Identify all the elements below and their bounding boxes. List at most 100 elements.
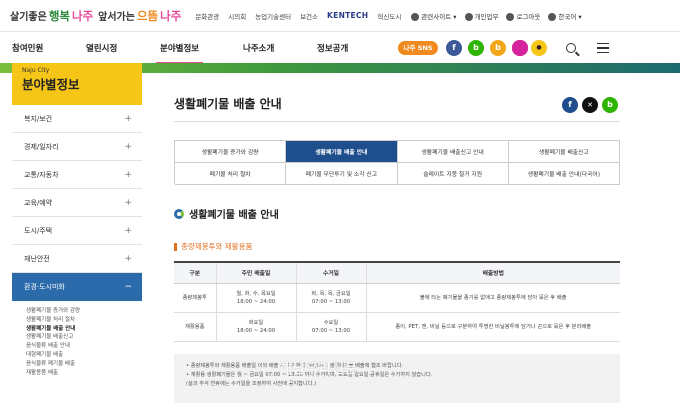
nav-info-disclosure[interactable]: 정보공개: [317, 42, 348, 54]
table-cell: 화, 목, 목, 금요일 07:00 ~ 13:00: [296, 283, 367, 313]
sidebar-item-economy[interactable]: 경제/일자리 +: [12, 133, 142, 161]
top-link-innovation-city[interactable]: 혁신도시: [377, 11, 401, 21]
personal-work-label: 개인업무: [474, 12, 499, 21]
tab-waste-disposal-guide[interactable]: 생활폐기물 배출 안내: [286, 141, 398, 163]
menu-icon[interactable]: [597, 43, 609, 53]
section-ring-icon: [174, 208, 184, 219]
tab-grid: 생활폐기물 증가와 감량 생활폐기물 배출 안내 생활폐기물 배출신고 안내 생…: [174, 140, 620, 185]
top-link-health-center[interactable]: 보건소: [300, 11, 318, 21]
page-title: 생활폐기물 배출 안내: [174, 97, 282, 111]
subsection-bar-icon: [174, 242, 177, 251]
top-right-links: 관련사이트 ▾ 개인업무 로그아웃 한국어 ▾: [411, 11, 582, 21]
globe-icon: [411, 12, 420, 21]
table-cell: 불에 타는 폐기물을 종기를 없애고 종량제봉투에 담아 묶은 후 배출: [366, 283, 620, 313]
top-link-culture[interactable]: 문화관광: [195, 11, 219, 21]
tab-disposal-report[interactable]: 생활폐기물 배출신고: [508, 141, 620, 163]
share-blog-icon[interactable]: b: [602, 97, 618, 113]
sidebar-item-welfare[interactable]: 복지/보건 +: [12, 105, 142, 133]
main-nav: 참여민원 열린시정 분야별정보 나주소개 정보공개 나주 SNS f b b ▶…: [0, 33, 680, 64]
logout-link[interactable]: 로그아웃: [506, 11, 540, 21]
sidebar-item-housing[interactable]: 도시/주택 +: [12, 217, 142, 245]
tab-illegal-dumping-report[interactable]: 폐기물 무단투기 및 소각 신고: [286, 163, 398, 185]
sidebar-item-education[interactable]: 교육/예약 +: [12, 189, 142, 217]
logo-text-1: 살기좋은: [10, 11, 47, 23]
logo-text-6: 나주: [160, 8, 182, 23]
tab-slate-roof-support[interactable]: 슬레이트 지붕 철거 지원: [397, 163, 509, 185]
section-title-text: 생활폐기물 배출 안내: [189, 210, 279, 221]
related-sites-link[interactable]: 관련사이트 ▾: [411, 11, 457, 21]
logout-icon: [506, 12, 515, 21]
tab-waste-reduction[interactable]: 생활폐기물 증가와 감량: [175, 141, 287, 163]
kakaotalk-icon[interactable]: ●: [531, 40, 547, 56]
kakao-story-icon[interactable]: b: [490, 40, 506, 56]
notice-line: (설과 추석 연휴에는 수거일을 조정하여 사전에 공지합니다.): [186, 381, 317, 387]
blog-icon[interactable]: b: [468, 40, 484, 56]
sidebar-item-label: 경제/일자리: [24, 142, 59, 151]
language-label: 한국어: [558, 12, 577, 21]
notice-line: • 종량제봉투와 재활용품 배출일 이외 배출 시 수거하지 않습니다. 생활폐…: [186, 363, 404, 369]
nav-field-info[interactable]: 분야별정보: [155, 42, 204, 64]
plus-icon: +: [124, 113, 132, 124]
logo-text-2: 행복: [48, 8, 70, 23]
nav-participation[interactable]: 참여민원: [12, 42, 43, 54]
sidebar-item-label: 교통/자동차: [24, 170, 59, 179]
tab-disposal-report-guide[interactable]: 생활폐기물 배출신고 안내: [397, 141, 509, 163]
submenu-item[interactable]: 음식물류 폐기물 배출: [26, 360, 142, 369]
subsection-title-text: 종량제봉투와 재활용품: [181, 242, 253, 251]
table-cell: 월, 화, 수, 목요일 18:00 ~ 24:00: [216, 283, 297, 313]
submenu-item-active[interactable]: 생활폐기물 배출 안내: [26, 325, 142, 334]
tab-waste-processing[interactable]: 폐기물 처리 절차: [175, 163, 287, 185]
title-divider: [174, 121, 620, 122]
top-link-agri-center[interactable]: 농업기술센터: [255, 11, 291, 21]
table-row: 재활용품 화요일 18:00 ~ 24:00 수요일 07:00 ~ 13:00…: [174, 312, 620, 342]
language-icon: [548, 12, 557, 21]
submenu-item[interactable]: 대형폐기물 배출: [26, 351, 142, 360]
related-sites-label: 관련사이트: [421, 12, 452, 21]
logout-label: 로그아웃: [516, 12, 541, 21]
sns-button[interactable]: 나주 SNS: [398, 41, 438, 55]
top-bar: 살기좋은 행복 나주 앞서가는 으뜸 나주 문화관광 시의회 농업기술센터 보건…: [0, 0, 680, 32]
language-select[interactable]: 한국어 ▾: [548, 11, 582, 21]
plus-icon: +: [124, 225, 132, 236]
submenu-item[interactable]: 음식물류 배출 안내: [26, 342, 142, 351]
table-header-row: 구분 주민 배출일 수거일 배출방법: [174, 262, 620, 284]
sidebar-item-environment[interactable]: 환경·도시미화 −: [12, 273, 142, 301]
facebook-icon[interactable]: f: [446, 40, 462, 56]
personal-work-link[interactable]: 개인업무: [464, 11, 499, 21]
nav-open-government[interactable]: 열린시정: [86, 42, 117, 54]
subsection-title: 종량제봉투와 재활용품: [174, 241, 252, 252]
disposal-table: 구분 주민 배출일 수거일 배출방법 종량제봉투 월, 화, 수, 목요일 18…: [174, 261, 620, 342]
sidebar-item-safety[interactable]: 재난안전 +: [12, 245, 142, 273]
submenu-item[interactable]: 생활폐기물 증가와 감량: [26, 307, 142, 316]
minus-icon: −: [124, 282, 132, 292]
table-cell: 화요일 18:00 ~ 24:00: [216, 312, 297, 342]
share-x-icon[interactable]: ✕: [582, 97, 598, 113]
table-header: 수거일: [296, 262, 367, 284]
top-link-kentech[interactable]: KENTECH: [327, 11, 368, 20]
submenu-item[interactable]: 생활폐기물 배출신고: [26, 333, 142, 342]
watermark: 해남우리신문: [280, 362, 358, 377]
table-header: 배출방법: [366, 262, 620, 284]
table-header: 주민 배출일: [216, 262, 297, 284]
instagram-icon-hidden: [512, 40, 528, 56]
nav-about-naju[interactable]: 나주소개: [243, 42, 274, 54]
submenu-item[interactable]: 재활용품 배출: [26, 369, 142, 378]
logo-text-5: 으뜸: [136, 8, 159, 23]
logo-text-3: 나주: [71, 8, 94, 23]
user-icon: [464, 12, 473, 21]
submenu-item[interactable]: 생활폐기물 처리 절차: [26, 316, 142, 325]
sidebar-item-traffic[interactable]: 교통/자동차 +: [12, 161, 142, 189]
sidebar-item-label: 복지/보건: [24, 114, 53, 123]
section-title: 생활폐기물 배출 안내: [174, 206, 279, 221]
search-icon[interactable]: [566, 43, 576, 53]
top-links: 문화관광 시의회 농업기술센터 보건소 KENTECH 혁신도시: [195, 11, 401, 21]
table-header: 구분: [174, 262, 217, 284]
table-cell: 재활용품: [174, 312, 217, 342]
table-cell: 수요일 07:00 ~ 13:00: [296, 312, 367, 342]
tab-multilingual-guide[interactable]: 생활폐기물 배출 안내(다국어): [508, 163, 620, 185]
plus-icon: +: [124, 169, 132, 180]
share-facebook-icon[interactable]: f: [562, 97, 578, 113]
site-logo[interactable]: 살기좋은 행복 나주 앞서가는 으뜸 나주: [10, 8, 181, 24]
table-cell: 종이, PET, 캔, 비닐 등으로 구분하여 투명한 비닐봉투에 담거나 끈으…: [366, 312, 620, 342]
top-link-council[interactable]: 시의회: [228, 11, 246, 21]
